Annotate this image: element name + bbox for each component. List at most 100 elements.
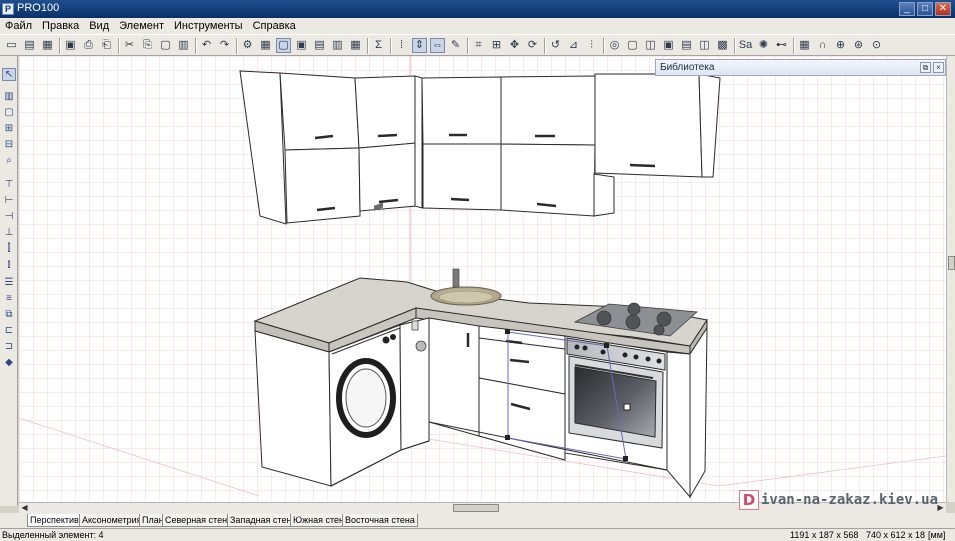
target-icon[interactable]: ◎ [607, 38, 622, 53]
distribute-3-icon[interactable]: ⧉ [2, 308, 16, 321]
menu-tools[interactable]: Инструменты [169, 18, 248, 34]
magnet-icon[interactable]: ∩ [815, 38, 830, 53]
toolbar-separator [195, 38, 197, 54]
stack-2-icon[interactable]: ⫾ [2, 258, 16, 271]
close-button[interactable]: ✕ [935, 2, 951, 16]
toolbar-separator [390, 38, 392, 54]
light-icon[interactable]: ✺ [756, 38, 771, 53]
library-title: Библиотека [660, 62, 715, 73]
hierarchy-icon[interactable]: ⊟ [2, 138, 16, 151]
sheet-icon[interactable]: ▦ [258, 38, 273, 53]
select-icon[interactable]: ▢ [2, 106, 16, 119]
frame-icon[interactable]: ⌗ [471, 38, 486, 53]
menu-file[interactable]: Файл [0, 18, 37, 34]
view-mode-4-icon[interactable]: ▥ [330, 38, 345, 53]
toolbar-separator [59, 38, 61, 54]
render-icon[interactable]: ⊕ [833, 38, 848, 53]
tab-axonometry[interactable]: Аксонометрия [79, 514, 145, 527]
cube-5-icon[interactable]: ◫ [697, 38, 712, 53]
zoom-icon[interactable]: ⌕ [2, 154, 16, 167]
cut-icon[interactable]: ✂ [122, 38, 137, 53]
vertical-scroll-thumb[interactable] [948, 256, 955, 270]
cube-4-icon[interactable]: ▤ [679, 38, 694, 53]
zoom-icon[interactable]: ⊙ [869, 38, 884, 53]
stack-icon[interactable]: ⫿ [2, 242, 16, 255]
distribute-5-icon[interactable]: ⊐ [2, 340, 16, 353]
pen-icon[interactable]: ✎ [448, 38, 463, 53]
redo-icon[interactable]: ↷ [217, 38, 232, 53]
grid-icon[interactable]: ▦ [797, 38, 812, 53]
open-icon[interactable]: ▤ [22, 38, 37, 53]
lifebuoy-icon[interactable]: ⊛ [851, 38, 866, 53]
dimension-icon[interactable]: ⊷ [774, 38, 789, 53]
rotate-icon[interactable]: ⇔ [430, 38, 445, 53]
tab-west-wall[interactable]: Западная стена [227, 514, 300, 527]
view-mode-5-icon[interactable]: ▦ [348, 38, 363, 53]
align-mid-icon[interactable]: ⊣ [2, 210, 16, 223]
distribute-icon[interactable]: ☰ [2, 276, 16, 289]
move-icon[interactable]: ⇕ [412, 38, 427, 53]
menu-view[interactable]: Вид [84, 18, 114, 34]
cube-2-icon[interactable]: ◫ [643, 38, 658, 53]
cube-icon[interactable]: ▢ [625, 38, 640, 53]
texture-icon[interactable]: Sa [738, 38, 753, 53]
save-icon[interactable]: ▦ [40, 38, 55, 53]
copy-icon[interactable]: ⎘ [140, 38, 155, 53]
vertical-scrollbar[interactable] [946, 56, 955, 502]
mirror-icon[interactable]: ⫶ [584, 38, 599, 53]
tab-perspective[interactable]: Перспектива [27, 514, 87, 527]
align-top-icon[interactable]: ⊤ [2, 178, 16, 191]
move-cross-icon[interactable]: ✥ [507, 38, 522, 53]
cube-6-icon[interactable]: ▩ [715, 38, 730, 53]
kitchen-scene[interactable] [19, 56, 946, 502]
end-panel-right [666, 326, 708, 499]
align-icon[interactable]: ⊞ [489, 38, 504, 53]
menu-edit[interactable]: Правка [37, 18, 84, 34]
sum-icon[interactable]: Σ [371, 38, 386, 53]
oven[interactable] [564, 335, 668, 471]
flip-icon[interactable]: ⊿ [566, 38, 581, 53]
cube-3-icon[interactable]: ▣ [661, 38, 676, 53]
clone-icon[interactable]: ▥ [176, 38, 191, 53]
library-panel[interactable]: Библиотека ⧉ × [655, 59, 946, 76]
layers-icon[interactable]: ⊞ [2, 122, 16, 135]
new-icon[interactable]: ▭ [4, 38, 19, 53]
minimize-button[interactable]: _ [899, 2, 915, 16]
toolbar-separator [367, 38, 369, 54]
view-mode-icon[interactable]: ▢ [276, 38, 291, 53]
window-title: PRO100 [17, 2, 60, 14]
pointer-icon[interactable]: ↖ [2, 68, 16, 81]
maximize-button[interactable]: □ [917, 2, 933, 16]
print-preview-icon[interactable]: ⎗ [99, 38, 114, 53]
scroll-left-arrow-icon[interactable]: ◀ [19, 503, 30, 513]
snap-icon[interactable]: ⁞ [394, 38, 409, 53]
horizontal-scroll-thumb[interactable] [453, 504, 499, 512]
wall-icon[interactable]: ▥ [2, 90, 16, 103]
paint-icon[interactable]: ◆ [2, 356, 16, 369]
align-h-icon[interactable]: ⊢ [2, 194, 16, 207]
base-cabinet-sink[interactable] [428, 317, 480, 437]
distribute-4-icon[interactable]: ⊏ [2, 324, 16, 337]
rotate-axis-icon[interactable]: ⟳ [525, 38, 540, 53]
align-bottom-icon[interactable]: ⊥ [2, 226, 16, 239]
tab-north-wall[interactable]: Северная стена [162, 514, 236, 527]
watermark-text: ivan-na-zakaz.kiev.ua [761, 492, 939, 508]
view-mode-3-icon[interactable]: ▤ [312, 38, 327, 53]
library-restore-button[interactable]: ⧉ [920, 62, 931, 73]
3d-viewport[interactable] [19, 56, 946, 502]
undo-icon[interactable]: ↶ [199, 38, 214, 53]
export-icon[interactable]: ▣ [63, 38, 78, 53]
toolbar-separator [603, 38, 605, 54]
pro100-app-icon[interactable]: P [2, 3, 14, 15]
print-icon[interactable]: ⎙ [81, 38, 96, 53]
paste-icon[interactable]: ▢ [158, 38, 173, 53]
menu-element[interactable]: Элемент [114, 18, 169, 34]
view-mode-2-icon[interactable]: ▣ [294, 38, 309, 53]
distribute-2-icon[interactable]: ≡ [2, 292, 16, 305]
rotate-icon-2[interactable]: ↺ [548, 38, 563, 53]
menu-help[interactable]: Справка [248, 18, 301, 34]
upper-cabinets-left[interactable] [239, 70, 417, 225]
library-close-button[interactable]: × [933, 62, 944, 73]
tab-east-wall[interactable]: Восточная стена [342, 514, 418, 527]
properties-icon[interactable]: ⚙ [240, 38, 255, 53]
